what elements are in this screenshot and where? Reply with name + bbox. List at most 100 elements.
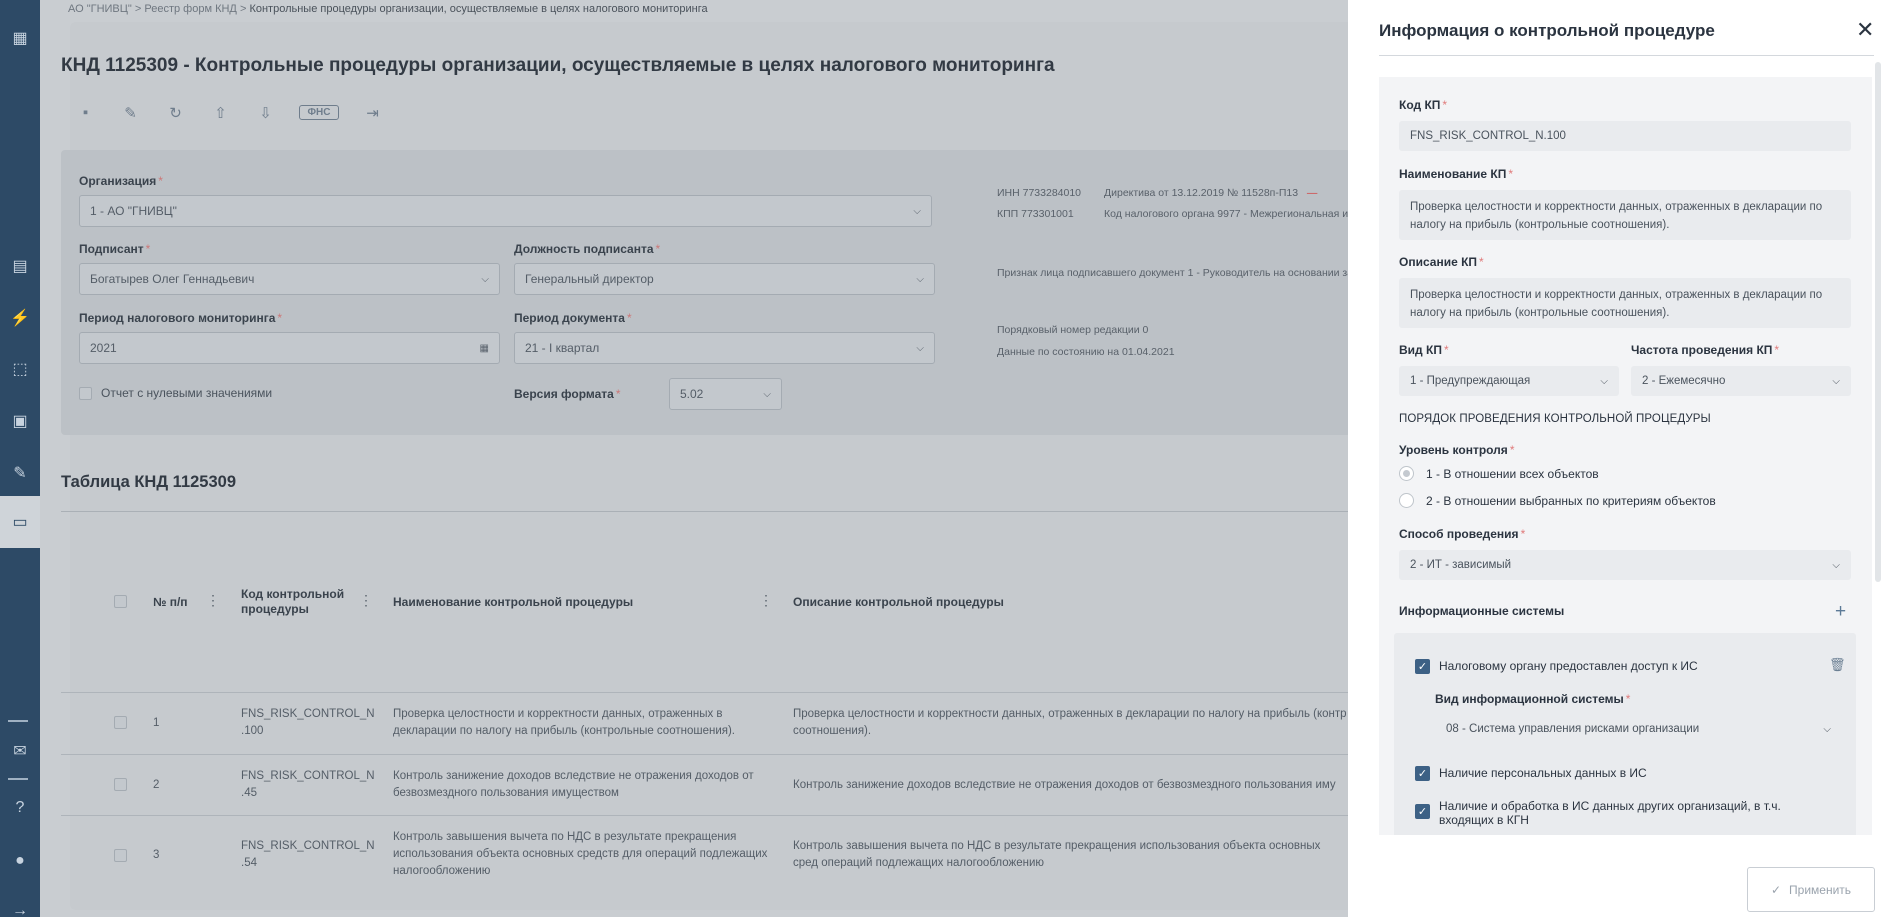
- description-input[interactable]: Проверка целостности и корректности данн…: [1399, 278, 1851, 328]
- zero-report-row: Отчет с нулевыми значениями: [79, 386, 272, 400]
- name-input[interactable]: Проверка целостности и корректности данн…: [1399, 190, 1851, 240]
- period-input[interactable]: 2021 ▦: [79, 332, 500, 364]
- dashboard-icon[interactable]: ▤: [8, 254, 32, 278]
- tax-office-text: Код налогового органа 9977 - Межрегионал…: [1104, 208, 1349, 220]
- apply-label: Применить: [1789, 882, 1852, 897]
- row-divider: [61, 815, 1348, 816]
- zero-report-checkbox[interactable]: [79, 386, 92, 400]
- state-date-text: Данные по состоянию на 01.04.2021: [997, 346, 1175, 358]
- method-value: 2 - ИТ - зависимый: [1410, 559, 1512, 571]
- row-checkbox[interactable]: [114, 716, 127, 729]
- apply-button[interactable]: ✓ Применить: [1747, 867, 1875, 912]
- kpp-text: КПП 773301001: [997, 208, 1074, 220]
- header-form: Организация 1 - АО "ГНИВЦ" ⌵ Подписант Бо…: [61, 150, 1358, 435]
- upload-icon[interactable]: ⇧: [209, 101, 232, 124]
- user-icon[interactable]: ●: [8, 849, 32, 873]
- edition-text: Порядковый номер редакции 0: [997, 324, 1149, 336]
- frequency-label: Частота проведения КП: [1631, 343, 1779, 357]
- panel-scrollbar[interactable]: [1875, 62, 1881, 582]
- apps-grid-icon[interactable]: ▦: [8, 26, 32, 50]
- chevron-down-icon: ⌵: [916, 273, 924, 285]
- is-kind-select[interactable]: 08 - Система управления рисками организа…: [1435, 714, 1842, 744]
- fns-export-icon[interactable]: ФНС: [299, 105, 339, 120]
- breadcrumb-org[interactable]: АО "ГНИВЦ": [68, 3, 132, 15]
- id-card-icon[interactable]: ▣: [8, 409, 32, 433]
- download-icon[interactable]: ⇩: [254, 101, 277, 124]
- tax-access-row[interactable]: ✓ Налоговому органу предоставлен доступ …: [1415, 659, 1698, 674]
- table-divider: [61, 511, 1348, 512]
- chevron-down-icon: ⌵: [763, 388, 771, 400]
- doc-period-select[interactable]: 21 - I квартал ⌵: [514, 332, 935, 364]
- kind-select[interactable]: 1 - Предупреждающая ⌵: [1399, 366, 1619, 396]
- radio-selected[interactable]: [1399, 466, 1414, 481]
- format-select[interactable]: 5.02 ⌵: [669, 378, 782, 410]
- checkbox-checked[interactable]: ✓: [1415, 804, 1430, 819]
- personal-data-row[interactable]: ✓ Наличие персональных данных в ИС: [1415, 766, 1647, 781]
- row-desc: Контроль занижение доходов вследствие не…: [793, 779, 1336, 791]
- select-all-checkbox[interactable]: [114, 595, 127, 608]
- directive-text: Директива от 13.12.2019 № 11528п-П13 —: [1104, 187, 1317, 199]
- control-level-option-2[interactable]: 2 - В отношении выбранных по критериям о…: [1399, 493, 1716, 508]
- close-icon[interactable]: ✕: [1856, 19, 1874, 41]
- other-orgs-row[interactable]: ✓ Наличие и обработка в ИС данных других…: [1415, 799, 1805, 827]
- calendar-icon[interactable]: ▦: [480, 343, 489, 354]
- minus-icon[interactable]: —: [1301, 187, 1318, 199]
- signer-position-label: Должность подписанта: [514, 242, 660, 256]
- control-level-option-label: 1 - В отношении всех объектов: [1426, 466, 1599, 481]
- chevron-down-icon: ⌵: [1832, 375, 1840, 387]
- column-menu-icon[interactable]: ⋮: [359, 592, 373, 609]
- col-header-name[interactable]: Наименование контрольной процедуры: [393, 595, 633, 610]
- panel-title: Информация о контрольной процедуре: [1379, 21, 1715, 40]
- column-menu-icon[interactable]: ⋮: [759, 592, 773, 609]
- personal-data-label: Наличие персональных данных в ИС: [1439, 766, 1647, 780]
- login-icon[interactable]: ⇥: [361, 101, 384, 124]
- org-value: 1 - АО "ГНИВЦ": [90, 204, 177, 218]
- frequency-select[interactable]: 2 - Ежемесячно ⌵: [1631, 366, 1851, 396]
- code-label: Код КП: [1399, 98, 1447, 112]
- checkbox-checked[interactable]: ✓: [1415, 766, 1430, 781]
- logout-icon[interactable]: →: [8, 899, 32, 917]
- control-level-option-1[interactable]: 1 - В отношении всех объектов: [1399, 466, 1599, 481]
- col-header-num[interactable]: № п/п: [153, 595, 188, 610]
- kind-value: 1 - Предупреждающая: [1410, 375, 1531, 387]
- method-select[interactable]: 2 - ИТ - зависимый ⌵: [1399, 550, 1851, 580]
- signer-position-select[interactable]: Генеральный директор ⌵: [514, 263, 935, 295]
- add-icon[interactable]: +: [1835, 602, 1846, 621]
- directive-value: Директива от 13.12.2019 № 11528п-П13: [1104, 187, 1299, 199]
- checkbox-checked[interactable]: ✓: [1415, 659, 1430, 674]
- breadcrumb-registry[interactable]: Реестр форм КНД: [144, 3, 237, 15]
- row-code: FNS_RISK_CONTROL_N .45: [241, 770, 375, 799]
- column-menu-icon[interactable]: ⋮: [206, 592, 220, 609]
- sign-tool-icon[interactable]: ✎: [8, 461, 32, 485]
- forms-icon[interactable]: ▭: [0, 496, 40, 548]
- procedure-info-panel: Информация о контрольной процедуре ✕ Код…: [1348, 0, 1888, 917]
- chevron-down-icon: ⌵: [1600, 375, 1608, 387]
- period-value: 2021: [90, 341, 117, 355]
- refresh-icon[interactable]: ↻: [164, 101, 187, 124]
- chevron-down-icon: ⌵: [1823, 723, 1831, 735]
- signer-position-value: Генеральный директор: [525, 272, 654, 286]
- code-input[interactable]: FNS_RISK_CONTROL_N.100: [1399, 121, 1851, 151]
- signer-select[interactable]: Богатырев Олег Геннадьевич ⌵: [79, 263, 500, 295]
- edit-icon[interactable]: ✎: [119, 101, 142, 124]
- row-checkbox[interactable]: [114, 849, 127, 862]
- description-label: Описание КП: [1399, 255, 1484, 269]
- col-header-code[interactable]: Код контрольной процедуры: [241, 587, 351, 617]
- chat-icon[interactable]: ✉: [8, 739, 32, 763]
- panel-body: Код КП FNS_RISK_CONTROL_N.100 Наименован…: [1379, 77, 1872, 835]
- lightning-icon[interactable]: ⚡: [8, 306, 32, 330]
- org-select[interactable]: 1 - АО "ГНИВЦ" ⌵: [79, 195, 932, 227]
- col-header-desc[interactable]: Описание контрольной процедуры: [793, 595, 1004, 610]
- signer-sign-text: Признак лица подписавшего документ 1 - Р…: [997, 267, 1358, 279]
- save-icon[interactable]: ▪: [74, 101, 97, 124]
- select-area-icon[interactable]: ⬚: [8, 357, 32, 381]
- panel-divider: [1379, 55, 1874, 56]
- chevron-down-icon: ⌵: [481, 273, 489, 285]
- trash-icon[interactable]: 🗑: [1829, 657, 1846, 673]
- radio-unselected[interactable]: [1399, 493, 1414, 508]
- info-systems-label: Информационные системы: [1399, 604, 1565, 618]
- help-icon[interactable]: ?: [8, 796, 32, 820]
- name-label: Наименование КП: [1399, 167, 1513, 181]
- row-checkbox[interactable]: [114, 778, 127, 791]
- chevron-down-icon: ⌵: [913, 205, 921, 217]
